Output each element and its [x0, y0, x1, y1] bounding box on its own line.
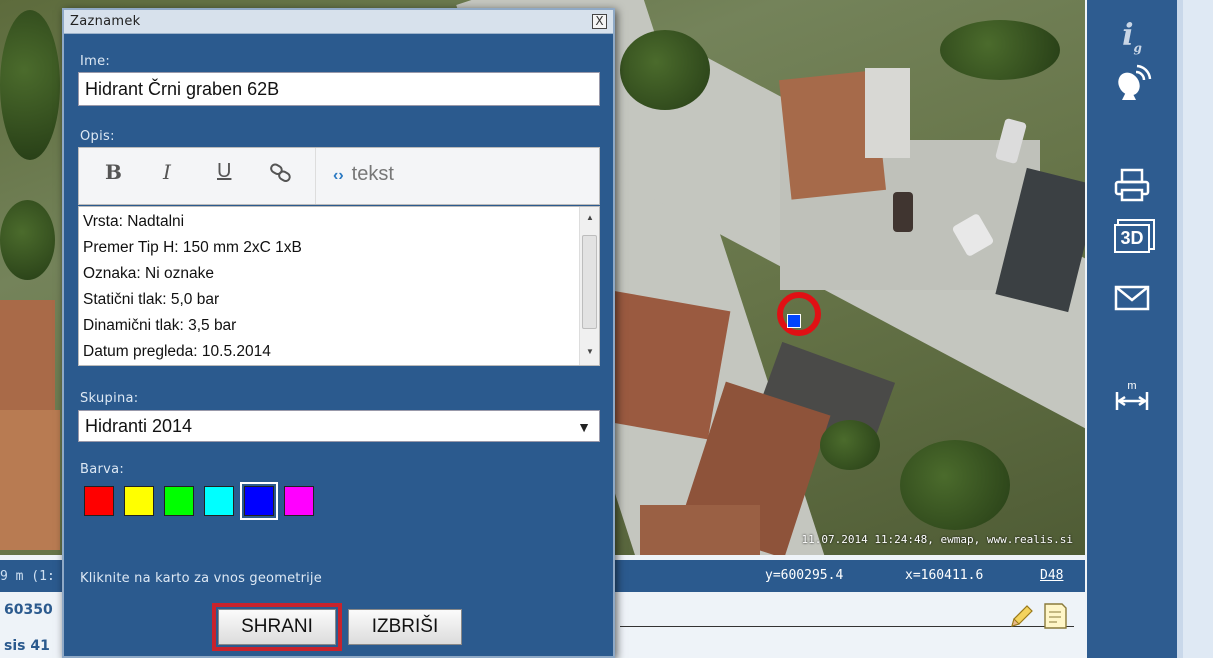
- note-dialog: Zaznamek X Ime: Hidrant Črni graben 62B …: [62, 8, 615, 658]
- measure-icon-label: m: [1127, 380, 1137, 392]
- lower-row-2[interactable]: sis 41: [4, 638, 50, 654]
- info-icon-letter: i: [1122, 18, 1134, 53]
- right-toolbar: ig 3D m: [1087, 0, 1177, 658]
- description-line: Premer Tip H: 150 mm 2xC 1xB: [83, 239, 302, 256]
- color-swatch-magenta[interactable]: [284, 486, 314, 516]
- name-input[interactable]: Hidrant Črni graben 62B: [78, 72, 600, 106]
- 3d-icon-label: 3D: [1114, 224, 1150, 253]
- code-icon: ‹›: [333, 167, 344, 184]
- y-coordinate: y=600295.4: [765, 568, 844, 583]
- delete-button[interactable]: IZBRIŠI: [348, 609, 462, 645]
- bold-button[interactable]: B: [105, 160, 122, 184]
- dialog-title: Zaznamek: [70, 14, 141, 29]
- datum-link[interactable]: D48: [1040, 568, 1063, 583]
- description-scrollbar[interactable]: ▲ ▼: [579, 207, 599, 365]
- group-select[interactable]: Hidranti 2014 ▼: [78, 410, 600, 442]
- color-swatch-red[interactable]: [84, 486, 114, 516]
- link-icon[interactable]: [269, 162, 293, 189]
- scroll-down-icon[interactable]: ▼: [586, 347, 594, 356]
- chevron-down-icon: ▼: [577, 419, 591, 435]
- group-label: Skupina:: [80, 391, 139, 406]
- pencil-icon[interactable]: [1008, 602, 1036, 630]
- description-line: Statični tlak: 5,0 bar: [83, 291, 220, 308]
- editor-toolbar: B I U ‹› tekst: [78, 147, 600, 205]
- divider: [620, 626, 1074, 627]
- 3d-icon[interactable]: 3D: [1087, 224, 1177, 253]
- map-timestamp: 11.07.2014 11:24:48, ewmap, www.realis.s…: [801, 533, 1073, 546]
- color-swatch-green[interactable]: [164, 486, 194, 516]
- color-swatch-blue[interactable]: [244, 486, 274, 516]
- print-icon[interactable]: [1087, 168, 1177, 206]
- underline-button[interactable]: U: [217, 160, 231, 183]
- measure-icon[interactable]: m: [1087, 380, 1177, 418]
- lower-row-1[interactable]: 60350: [4, 602, 53, 618]
- close-button[interactable]: X: [592, 14, 607, 29]
- toolbar-separator: [315, 148, 316, 204]
- right-scroll-strip: [1177, 0, 1213, 658]
- color-swatch-cyan[interactable]: [204, 486, 234, 516]
- description-line: Oznaka: Ni oznake: [83, 265, 214, 282]
- info-icon[interactable]: ig: [1087, 18, 1177, 55]
- description-textarea[interactable]: Vrsta: Nadtalni Premer Tip H: 150 mm 2xC …: [78, 206, 600, 366]
- satellite-icon[interactable]: [1087, 62, 1177, 106]
- color-label: Barva:: [80, 462, 125, 477]
- description-line: Dinamični tlak: 3,5 bar: [83, 317, 237, 334]
- hint-text: Kliknite na karto za vnos geometrije: [80, 571, 322, 586]
- x-coordinate: x=160411.6: [905, 568, 984, 583]
- color-swatch-yellow[interactable]: [124, 486, 154, 516]
- save-button[interactable]: SHRANI: [218, 609, 336, 645]
- description-label: Opis:: [80, 129, 115, 144]
- scroll-up-icon[interactable]: ▲: [586, 213, 594, 222]
- note-icon[interactable]: [1042, 602, 1068, 630]
- name-label: Ime:: [80, 54, 111, 69]
- dialog-titlebar[interactable]: Zaznamek X: [64, 10, 613, 34]
- description-line: Vrsta: Nadtalni: [83, 213, 185, 230]
- italic-button[interactable]: I: [163, 160, 171, 184]
- hydrant-marker[interactable]: [787, 314, 801, 328]
- description-line: Datum pregleda: 10.5.2014: [83, 343, 271, 360]
- source-label: tekst: [351, 163, 394, 185]
- mail-icon[interactable]: [1087, 284, 1177, 316]
- info-icon-sub: g: [1133, 41, 1142, 55]
- group-value: Hidranti 2014: [85, 416, 193, 436]
- scale-text: 9 m (1:: [0, 569, 55, 584]
- source-button[interactable]: ‹› tekst: [333, 163, 394, 186]
- description-lines: Vrsta: Nadtalni Premer Tip H: 150 mm 2xC …: [83, 209, 595, 365]
- scroll-thumb[interactable]: [582, 235, 597, 329]
